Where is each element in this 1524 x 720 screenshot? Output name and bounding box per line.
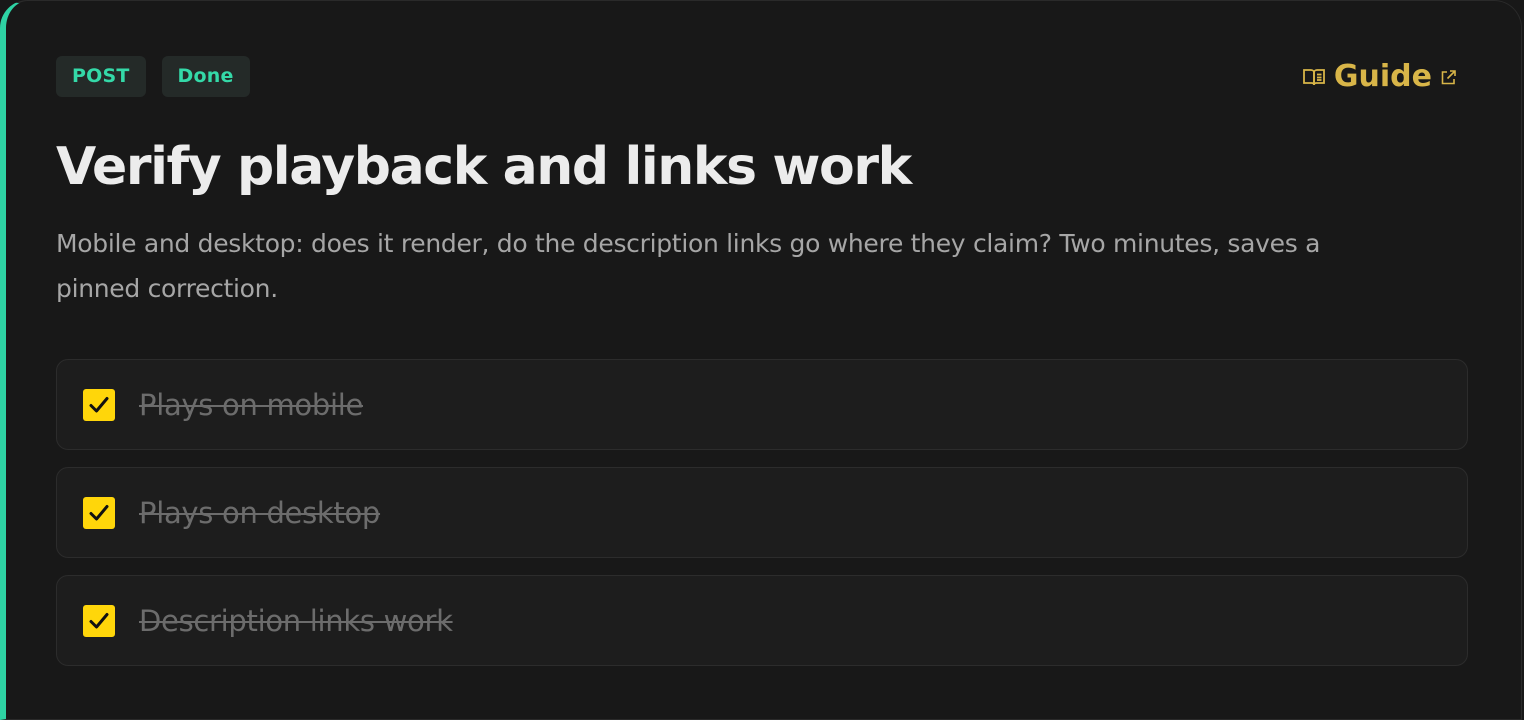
- checklist-item-mobile[interactable]: Plays on mobile: [56, 359, 1468, 450]
- checkmark-icon: [89, 396, 109, 412]
- checklist-item-label: Plays on desktop: [139, 495, 381, 530]
- checkbox-checked[interactable]: [83, 496, 115, 529]
- checklist-item-label: Plays on mobile: [139, 387, 364, 422]
- guide-label: Guide: [1333, 59, 1432, 94]
- checklist-item-links[interactable]: Description links work: [56, 575, 1468, 666]
- checkbox-checked[interactable]: [83, 604, 115, 637]
- guide-link[interactable]: Guide: [1302, 57, 1457, 97]
- external-link-icon: [1440, 69, 1457, 86]
- status-badge: Done: [161, 56, 250, 97]
- type-badge: POST: [56, 56, 146, 97]
- task-card: POST Done Guide Verify playback and link…: [0, 0, 1522, 720]
- task-description: Mobile and desktop: does it render, do t…: [56, 229, 1321, 303]
- checkbox-checked[interactable]: [83, 388, 115, 421]
- checkmark-icon: [89, 612, 109, 628]
- badge-group: POST Done: [56, 56, 250, 97]
- book-icon: [1302, 67, 1326, 87]
- checklist-item-label: Description links work: [139, 603, 453, 638]
- checklist-item-desktop[interactable]: Plays on desktop: [56, 467, 1468, 558]
- checklist: Plays on mobile Plays on desktop Descrip…: [56, 359, 1468, 666]
- checkmark-icon: [89, 504, 109, 520]
- page-title: Verify playback and links work: [56, 137, 912, 197]
